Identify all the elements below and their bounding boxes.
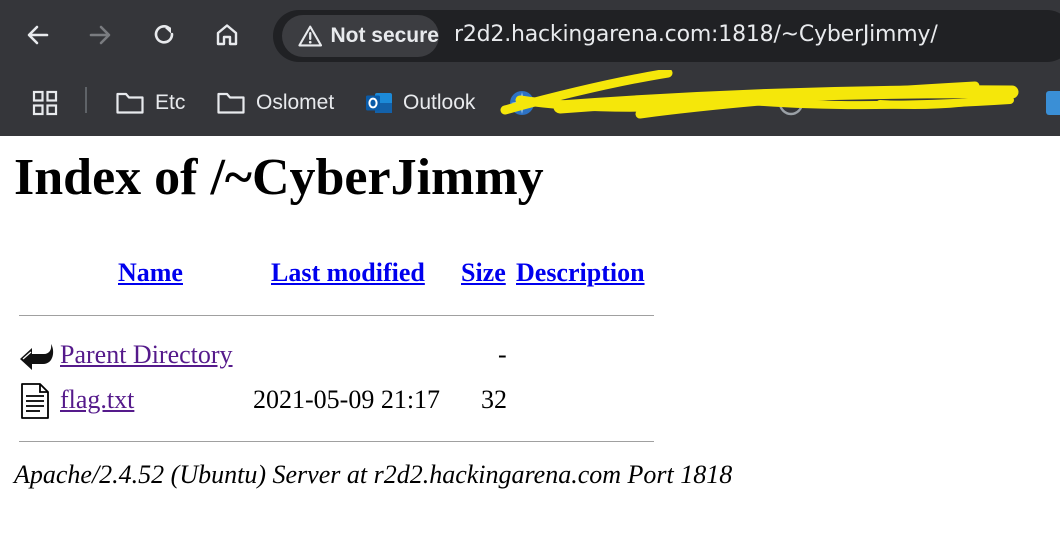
home-button[interactable] — [207, 15, 247, 55]
table-divider-bottom — [19, 441, 654, 442]
bookmarks-bar: Etc Oslomet Outlook — [0, 70, 1060, 136]
browser-toolbar: Not secure r2d2.hackingarena.com:1818/~C… — [0, 0, 1060, 70]
reload-icon — [154, 25, 174, 44]
text-file-icon — [21, 383, 49, 419]
column-header-last-modified[interactable]: Last modified — [271, 258, 425, 288]
home-icon — [216, 24, 238, 46]
back-arrow-icon — [27, 25, 49, 45]
address-bar[interactable]: Not secure r2d2.hackingarena.com:1818/~C… — [273, 10, 1060, 62]
url-text[interactable]: r2d2.hackingarena.com:1818/~CyberJimmy/ — [454, 22, 938, 47]
flag-file-link[interactable]: flag.txt — [60, 385, 134, 415]
redaction-scribble — [500, 70, 1019, 119]
back-button[interactable] — [18, 15, 58, 55]
size-cell: 32 — [481, 385, 507, 414]
parent-directory-link[interactable]: Parent Directory — [60, 340, 233, 370]
server-signature: Apache/2.4.52 (Ubuntu) Server at r2d2.ha… — [14, 460, 733, 489]
warning-icon — [298, 25, 323, 47]
reload-button[interactable] — [144, 15, 184, 55]
security-label: Not secure — [330, 24, 439, 47]
size-cell: - — [498, 340, 507, 369]
table-divider-top — [19, 315, 654, 316]
column-header-name[interactable]: Name — [118, 258, 183, 288]
bookmarks-divider — [85, 87, 87, 113]
back-arrow-icon — [20, 344, 54, 370]
security-chip[interactable]: Not secure — [282, 15, 439, 57]
last-modified-cell: 2021-05-09 21:17 — [253, 385, 441, 414]
forward-button[interactable] — [80, 15, 120, 55]
forward-arrow-icon — [89, 25, 111, 45]
column-header-description[interactable]: Description — [516, 258, 645, 288]
column-header-size[interactable]: Size — [461, 258, 506, 288]
page-title: Index of /~CyberJimmy — [14, 149, 544, 206]
